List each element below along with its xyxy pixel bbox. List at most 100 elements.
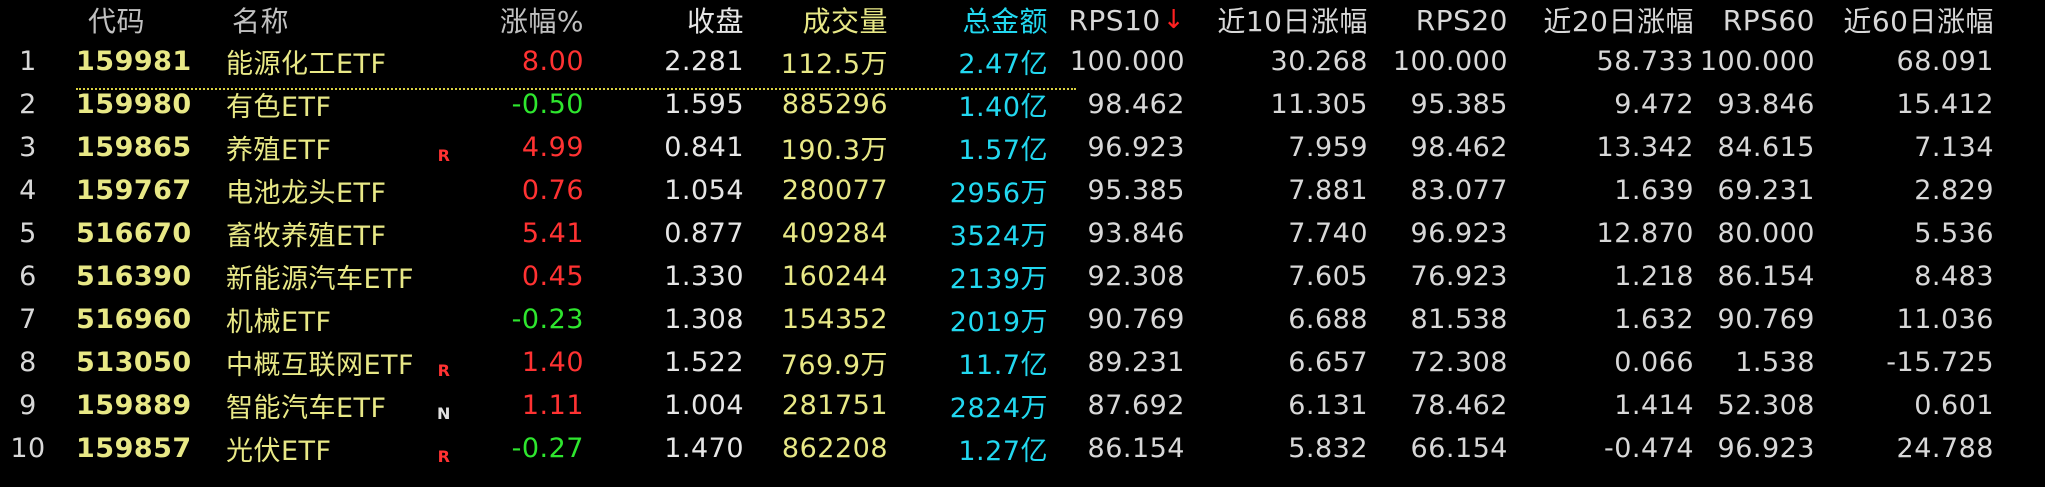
row-volume: 154352 (781, 304, 888, 335)
table-row[interactable]: 1 159981 能源化工ETF 8.00 2.281 112.5万 2.47亿 100.00… (0, 40, 2045, 83)
header-rps60[interactable]: RPS60 (1700, 0, 1815, 40)
row-index: 9 (19, 390, 37, 421)
row-index: 5 (19, 218, 37, 249)
row-change-pct: 1.11 (521, 390, 584, 421)
row-close: 1.330 (664, 261, 744, 292)
row-volume: 160244 (781, 261, 888, 292)
row-flag-badge: R (437, 447, 451, 466)
row-rps10: 89.231 (1087, 347, 1185, 378)
row-rps20: 72.308 (1410, 347, 1508, 378)
header-rps20[interactable]: RPS20 (1370, 0, 1508, 40)
row-rps10: 100.000 (1069, 46, 1185, 77)
row-rps20: 78.462 (1410, 390, 1508, 421)
row-rps20: 76.923 (1410, 261, 1508, 292)
row-amount: 1.57亿 (958, 135, 1048, 166)
row-rps20: 95.385 (1410, 89, 1508, 120)
row-index: 10 (10, 433, 46, 464)
header-amount[interactable]: 总金额 (890, 0, 1048, 40)
row-chg10: 11.305 (1270, 89, 1368, 120)
row-rps60: 84.615 (1717, 132, 1815, 163)
row-volume: 769.9万 (780, 350, 888, 381)
row-chg20: 58.733 (1596, 46, 1694, 77)
row-index: 2 (19, 89, 37, 120)
row-chg10: 7.881 (1288, 175, 1368, 206)
row-amount: 2139万 (949, 264, 1048, 295)
etf-ranking-table: 代码 名称 涨幅% 收盘 成交量 总金额 RPS10 ↓ 近10日涨幅 RPS20… (0, 0, 2045, 470)
table-row[interactable]: 9 159889 智能汽车ETF N 1.11 1.004 281751 2824万 87.69… (0, 384, 2045, 427)
header-change-pct[interactable]: 涨幅% (480, 0, 584, 40)
row-rps60: 52.308 (1717, 390, 1815, 421)
row-chg60: 7.134 (1914, 132, 1994, 163)
row-volume: 280077 (781, 175, 888, 206)
row-chg60: 11.036 (1896, 304, 1994, 335)
header-chg10[interactable]: 近10日涨幅 (1190, 0, 1368, 40)
header-name[interactable]: 名称 (232, 0, 502, 40)
row-code: 159889 (76, 390, 192, 421)
row-chg60: 24.788 (1896, 433, 1994, 464)
header-chg20[interactable]: 近20日涨幅 (1510, 0, 1694, 40)
header-rps10[interactable]: RPS10 ↓ (1050, 0, 1185, 40)
row-rps10: 96.923 (1087, 132, 1185, 163)
row-change-pct: 4.99 (521, 132, 584, 163)
header-rps10-label: RPS10 (1068, 3, 1161, 37)
row-chg10: 7.605 (1288, 261, 1368, 292)
header-volume[interactable]: 成交量 (760, 0, 888, 40)
row-chg20: 9.472 (1614, 89, 1694, 120)
row-amount: 2.47亿 (958, 49, 1048, 80)
row-change-pct: -0.23 (511, 304, 584, 335)
row-chg60: 5.536 (1914, 218, 1994, 249)
row-amount: 1.27亿 (958, 436, 1048, 467)
row-chg20: 1.632 (1614, 304, 1694, 335)
row-amount: 2019万 (949, 307, 1048, 338)
row-chg20: 1.414 (1614, 390, 1694, 421)
row-rps60: 86.154 (1717, 261, 1815, 292)
table-row[interactable]: 3 159865 养殖ETF R 4.99 0.841 190.3万 1.57亿 96.923 7… (0, 126, 2045, 169)
table-row[interactable]: 8 513050 中概互联网ETF R 1.40 1.522 769.9万 11.7亿 89.2… (0, 341, 2045, 384)
row-chg10: 7.740 (1288, 218, 1368, 249)
row-volume: 281751 (781, 390, 888, 421)
row-chg60: 68.091 (1896, 46, 1994, 77)
row-rps10: 92.308 (1087, 261, 1185, 292)
row-amount: 2956万 (949, 178, 1048, 209)
row-chg10: 30.268 (1270, 46, 1368, 77)
selected-row-underline (76, 88, 1076, 90)
row-chg20: 12.870 (1596, 218, 1694, 249)
row-chg60: 2.829 (1914, 175, 1994, 206)
table-row[interactable]: 10 159857 光伏ETF R -0.27 1.470 862208 1.27亿 86.15… (0, 427, 2045, 470)
row-code: 516670 (76, 218, 192, 249)
table-row[interactable]: 6 516390 新能源汽车ETF 0.45 1.330 160244 2139万 92.30… (0, 255, 2045, 298)
row-code: 516960 (76, 304, 192, 335)
down-arrow-icon: ↓ (1162, 5, 1185, 35)
row-close: 1.522 (664, 347, 744, 378)
row-rps60: 93.846 (1717, 89, 1815, 120)
row-chg10: 6.131 (1288, 390, 1368, 421)
row-rps10: 95.385 (1087, 175, 1185, 206)
row-change-pct: 0.76 (521, 175, 584, 206)
row-rps60: 96.923 (1717, 433, 1815, 464)
row-rps60: 90.769 (1717, 304, 1815, 335)
row-amount: 3524万 (949, 221, 1048, 252)
row-volume: 112.5万 (780, 49, 888, 80)
row-close: 1.308 (664, 304, 744, 335)
row-index: 1 (19, 46, 37, 77)
row-rps10: 93.846 (1087, 218, 1185, 249)
row-amount: 11.7亿 (958, 350, 1048, 381)
header-code[interactable]: 代码 (88, 0, 208, 40)
row-rps20: 81.538 (1410, 304, 1508, 335)
row-close: 1.470 (664, 433, 744, 464)
row-volume: 190.3万 (780, 135, 888, 166)
table-row[interactable]: 5 516670 畜牧养殖ETF 5.41 0.877 409284 3524万 93.846… (0, 212, 2045, 255)
row-change-pct: 1.40 (521, 347, 584, 378)
table-row[interactable]: 4 159767 电池龙头ETF 0.76 1.054 280077 2956万 95.385… (0, 169, 2045, 212)
row-rps20: 83.077 (1410, 175, 1508, 206)
row-index: 6 (19, 261, 37, 292)
row-index: 8 (19, 347, 37, 378)
row-rps10: 86.154 (1087, 433, 1185, 464)
table-row[interactable]: 7 516960 机械ETF -0.23 1.308 154352 2019万 90.769 6… (0, 298, 2045, 341)
row-index: 4 (19, 175, 37, 206)
row-index: 7 (19, 304, 37, 335)
row-chg20: -0.474 (1603, 433, 1694, 464)
header-close[interactable]: 收盘 (620, 0, 744, 40)
header-chg60[interactable]: 近60日涨幅 (1820, 0, 1994, 40)
row-change-pct: -0.27 (511, 433, 584, 464)
